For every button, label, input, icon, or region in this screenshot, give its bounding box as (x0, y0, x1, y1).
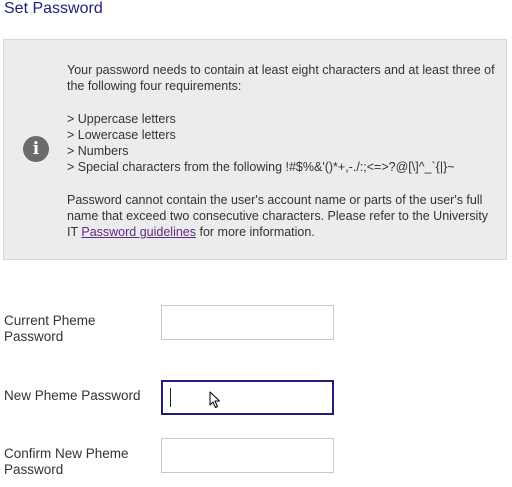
mouse-pointer-icon (209, 391, 220, 408)
requirement-numbers: > Numbers (67, 144, 129, 159)
info-icon: i (23, 136, 49, 162)
current-password-label: Current Pheme Password (4, 313, 96, 344)
text-caret (170, 388, 171, 407)
password-requirements-box: i Your password needs to contain at leas… (3, 39, 507, 260)
password-guidelines-link[interactable]: Password guidelines (81, 225, 196, 239)
policy-text-after-link: for more information. (196, 225, 315, 240)
page-title: Set Password (4, 0, 103, 17)
requirement-uppercase: > Uppercase letters (67, 111, 176, 126)
password-policy-text: Password cannot contain the user's accou… (67, 192, 502, 241)
requirement-lowercase: > Lowercase letters (67, 127, 176, 142)
current-password-input[interactable] (161, 305, 334, 340)
new-password-label: New Pheme Password (4, 388, 141, 403)
requirements-intro: Your password needs to contain at least … (67, 63, 495, 94)
new-password-input[interactable] (161, 380, 334, 415)
requirements-text: Your password needs to contain at least … (67, 62, 502, 241)
set-password-page: Set Password i Your password needs to co… (0, 0, 512, 487)
confirm-password-input[interactable] (161, 438, 334, 473)
requirement-special-characters: > Special characters from the following … (67, 160, 455, 175)
confirm-password-label: Confirm New Pheme Password (4, 446, 129, 477)
